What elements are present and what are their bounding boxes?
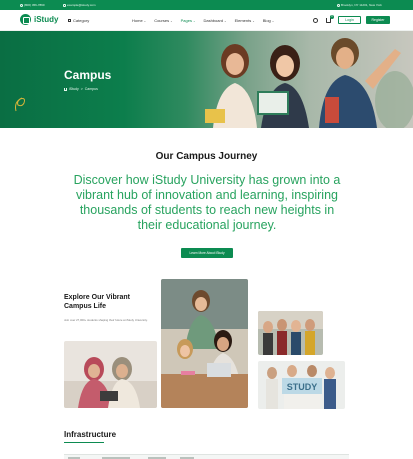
top-bar: (800) 456-7890 example@istudy.com Brookl… bbox=[0, 0, 413, 10]
topbar-address: Brooklyn, NY 11201, New York bbox=[337, 3, 382, 7]
nav-label: Home bbox=[132, 18, 143, 23]
address-text: Brooklyn, NY 11201, New York bbox=[341, 3, 382, 7]
mail-icon bbox=[63, 3, 66, 7]
nav-label: Courses bbox=[154, 18, 170, 23]
study-sign-text: STUDY bbox=[287, 382, 318, 392]
hero-students-image bbox=[205, 38, 413, 128]
chevron-down-icon: ⌄ bbox=[192, 18, 196, 23]
breadcrumb-home[interactable]: iStudy bbox=[69, 87, 79, 91]
hero-banner: Campus iStudy > Campus bbox=[0, 31, 413, 128]
category-menu[interactable]: Category bbox=[68, 18, 89, 23]
infrastructure-table bbox=[64, 454, 349, 459]
location-pin-icon bbox=[337, 3, 340, 7]
site-header: iStudy Category Home ⌄ Courses ⌄ Pages ⌄ Da… bbox=[0, 10, 413, 31]
nav-pages[interactable]: Pages ⌄ bbox=[181, 18, 196, 23]
category-label: Category bbox=[73, 18, 90, 23]
chevron-down-icon: ⌄ bbox=[143, 18, 147, 23]
breadcrumb: iStudy > Campus bbox=[64, 87, 98, 91]
phone-icon bbox=[20, 3, 23, 7]
nav-label: Blog bbox=[262, 18, 271, 23]
breadcrumb-separator: > bbox=[80, 87, 83, 91]
main-nav: Home ⌄ Courses ⌄ Pages ⌄ Dashboard ⌄ Element… bbox=[132, 18, 274, 23]
phone-text: (800) 456-7890 bbox=[24, 3, 45, 7]
cart-count-badge: 0 bbox=[330, 15, 334, 19]
nav-elements[interactable]: Elements ⌄ bbox=[235, 18, 255, 23]
nav-label: Dashboard bbox=[203, 18, 224, 23]
nav-courses[interactable]: Courses ⌄ bbox=[154, 18, 172, 23]
home-icon bbox=[64, 87, 67, 91]
study-sign-photo: STUDY bbox=[258, 361, 345, 409]
decorative-swirl-icon bbox=[15, 97, 25, 112]
chevron-down-icon: ⌄ bbox=[271, 18, 275, 23]
nav-dashboard[interactable]: Dashboard ⌄ bbox=[203, 18, 226, 23]
chevron-down-icon: ⌄ bbox=[224, 18, 227, 23]
logo[interactable]: iStudy bbox=[20, 14, 58, 25]
login-button[interactable]: Login bbox=[338, 16, 361, 24]
campus-life-description: Join over 27,000+ students shaping their… bbox=[64, 318, 148, 322]
chevron-down-icon: ⌄ bbox=[170, 18, 173, 23]
journey-heading: Our Campus Journey bbox=[155, 151, 258, 162]
learn-more-button[interactable]: Learn More About iStudy bbox=[181, 248, 233, 258]
logo-text: iStudy bbox=[34, 15, 59, 24]
nav-home[interactable]: Home ⌄ bbox=[132, 18, 146, 23]
nav-blog[interactable]: Blog ⌄ bbox=[263, 18, 275, 23]
register-button[interactable]: Register bbox=[366, 16, 390, 24]
nav-label: Elements bbox=[234, 18, 252, 23]
email-text: example@istudy.com bbox=[67, 3, 96, 7]
page-title: Campus bbox=[64, 68, 112, 82]
topbar-email[interactable]: example@istudy.com bbox=[63, 3, 96, 7]
logo-icon bbox=[20, 14, 31, 25]
students-group-photo bbox=[258, 311, 323, 355]
breadcrumb-current: Campus bbox=[84, 87, 98, 91]
students-laptop-photo bbox=[161, 279, 248, 408]
search-icon[interactable] bbox=[313, 18, 318, 23]
nav-label: Pages bbox=[180, 18, 192, 23]
students-photo-group bbox=[64, 341, 157, 408]
journey-description: Discover how iStudy University has grown… bbox=[73, 173, 341, 232]
topbar-phone[interactable]: (800) 456-7890 bbox=[20, 3, 45, 7]
infrastructure-heading: Infrastructure bbox=[64, 430, 117, 439]
campus-life-heading: Explore Our Vibrant Campus Life bbox=[64, 294, 130, 310]
heading-underline bbox=[64, 442, 104, 443]
chevron-down-icon: ⌄ bbox=[252, 18, 255, 23]
grid-icon bbox=[68, 19, 71, 22]
